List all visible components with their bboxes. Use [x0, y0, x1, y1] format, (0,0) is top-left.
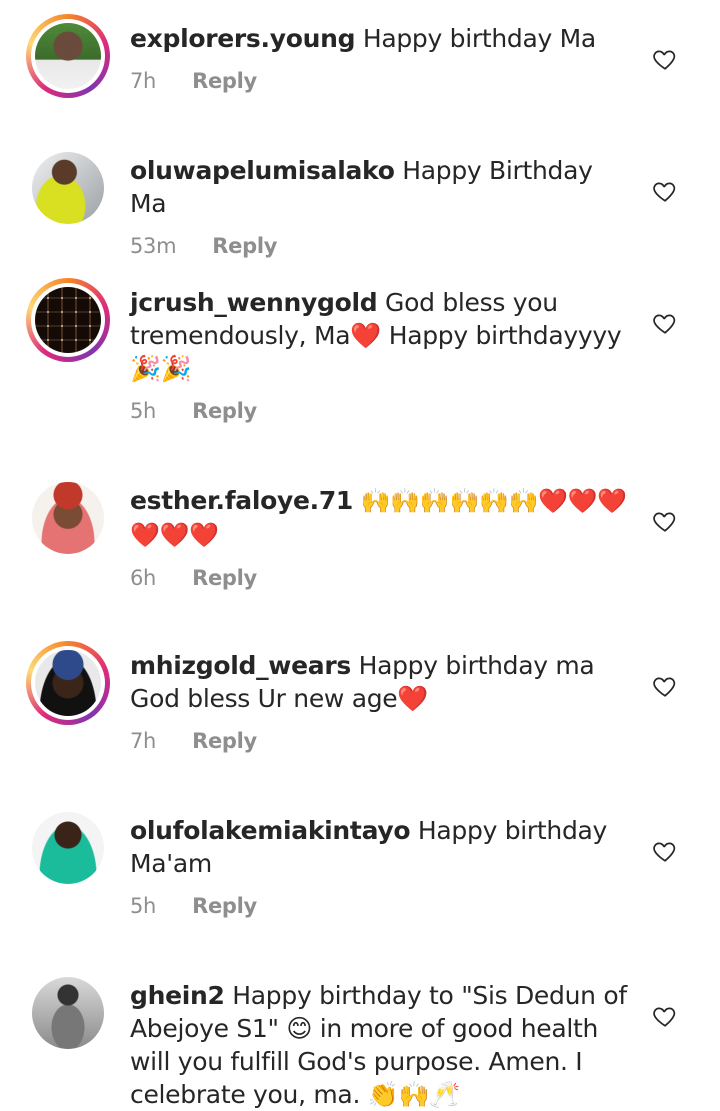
heart-outline-icon[interactable] [652, 838, 678, 864]
reply-button[interactable]: Reply [212, 234, 277, 258]
comment-time: 5h [130, 894, 157, 918]
reply-button[interactable]: Reply [192, 729, 257, 753]
heart-outline-icon[interactable] [652, 508, 678, 534]
avatar[interactable] [26, 278, 110, 362]
avatar[interactable] [26, 806, 110, 890]
comment-time: 7h [130, 69, 157, 93]
comment-text: Happy birthday Ma [362, 24, 596, 53]
comment-username[interactable]: oluwapelumisalako [130, 156, 395, 185]
reply-button[interactable]: Reply [192, 566, 257, 590]
reply-button[interactable]: Reply [192, 894, 257, 918]
comment-time: 7h [130, 729, 157, 753]
avatar[interactable] [26, 971, 110, 1055]
heart-outline-icon[interactable] [652, 310, 678, 336]
comment-username[interactable]: explorers.young [130, 24, 355, 53]
heart-outline-icon[interactable] [652, 1003, 678, 1029]
comment-username[interactable]: ghein2 [130, 981, 225, 1010]
comment-username[interactable]: jcrush_wennygold [130, 288, 378, 317]
avatar[interactable] [26, 476, 110, 560]
comment-username[interactable]: mhizgold_wears [130, 651, 351, 680]
reply-button[interactable]: Reply [192, 399, 257, 423]
comment-time: 5h [130, 399, 157, 423]
heart-outline-icon[interactable] [652, 673, 678, 699]
avatar[interactable] [26, 146, 110, 230]
reply-button[interactable]: Reply [192, 69, 257, 93]
avatar[interactable] [26, 14, 110, 98]
heart-outline-icon[interactable] [652, 46, 678, 72]
avatar[interactable] [26, 641, 110, 725]
comment-username[interactable]: olufolakemiakintayo [130, 816, 411, 845]
comment-time: 53m [130, 234, 177, 258]
comment-time: 6h [130, 566, 157, 590]
comment-username[interactable]: esther.faloye.71 [130, 486, 353, 515]
heart-outline-icon[interactable] [652, 178, 678, 204]
